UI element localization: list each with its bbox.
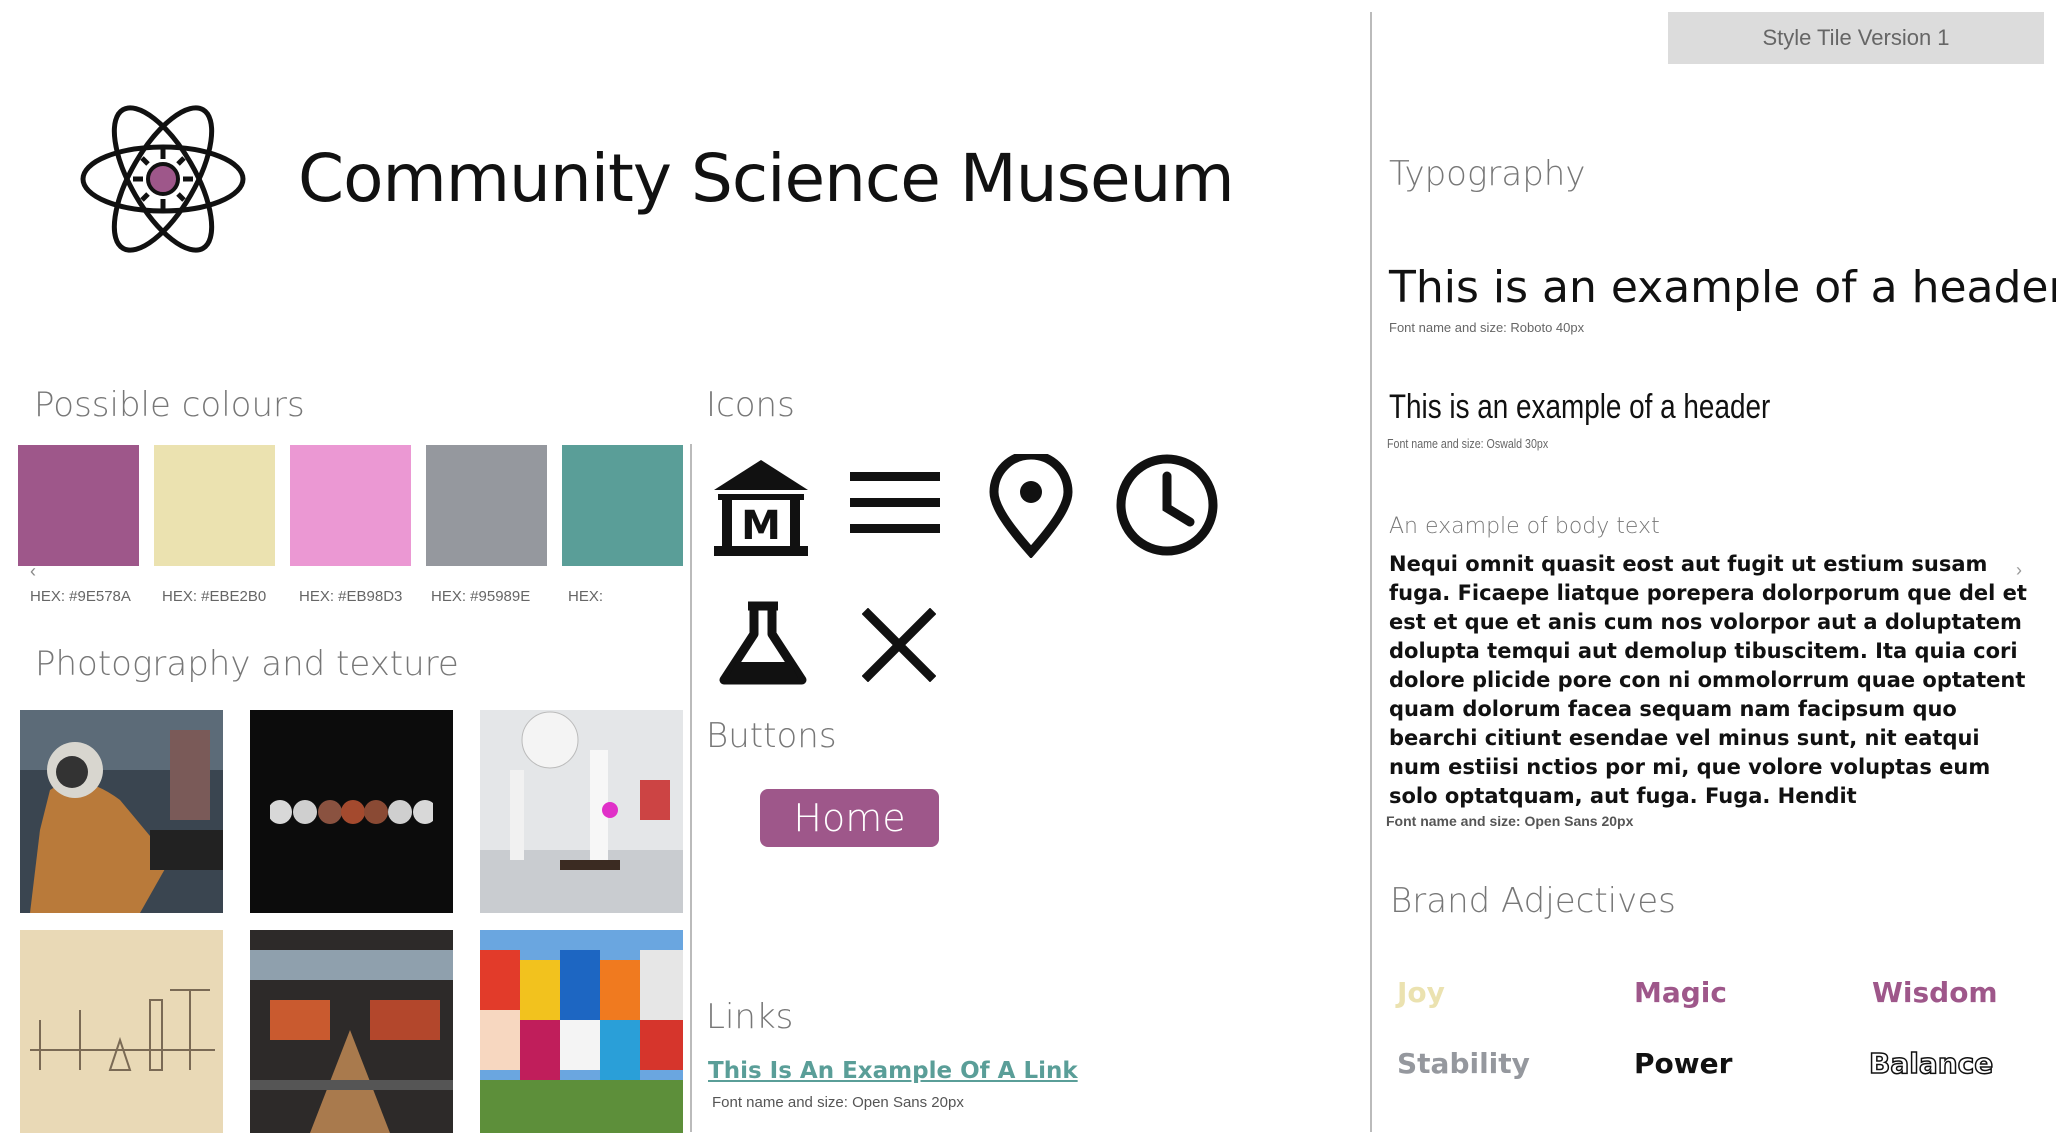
svg-text:M: M: [741, 503, 781, 549]
header-example-oswald: This is an example of a header: [1389, 388, 1771, 426]
flask-icon[interactable]: [716, 600, 810, 686]
swatch-grey: [426, 445, 547, 566]
museum-icon[interactable]: M: [708, 454, 814, 558]
typography-heading: Typography: [1389, 154, 1586, 194]
hex-label: HEX: #EB98D3: [299, 588, 403, 605]
atom-logo-icon: [78, 102, 248, 256]
version-badge: Style Tile Version 1: [1668, 12, 2044, 64]
colours-heading: Possible colours: [34, 385, 305, 425]
photo-museum-hall: [480, 710, 683, 913]
link-font-caption: Font name and size: Open Sans 20px: [712, 1094, 964, 1111]
page-title: Community Science Museum: [298, 140, 1235, 217]
photo-lunar-eclipse: [250, 710, 453, 913]
hex-label: HEX: #9E578A: [30, 588, 131, 605]
photo-astronaut: [20, 710, 223, 913]
photo-library-interior: [250, 930, 453, 1133]
body-font-caption: Font name and size: Open Sans 20px: [1386, 813, 1634, 829]
adjective-joy: Joy: [1397, 976, 1445, 1009]
swatch-purple: [18, 445, 139, 566]
column-divider: [690, 444, 692, 1132]
chevron-left-icon[interactable]: ‹: [30, 561, 36, 582]
header-font-caption: Font name and size: Oswald 30px: [1387, 436, 1549, 451]
hex-label: HEX: #EBE2B0: [162, 588, 267, 605]
example-link[interactable]: This Is An Example Of A Link: [708, 1058, 1078, 1084]
body-text-example: Nequi omnit quasit eost aut fugit ut est…: [1389, 552, 2027, 808]
swatch-cream: [154, 445, 275, 566]
clock-icon[interactable]: [1114, 452, 1220, 558]
photography-heading: Photography and texture: [35, 644, 459, 684]
icons-heading: Icons: [706, 385, 795, 425]
adjective-balance: Balance: [1868, 1046, 1994, 1081]
hex-label: HEX: #95989E: [431, 588, 531, 605]
brand-adjectives-heading: Brand Adjectives: [1390, 881, 1676, 921]
photo-museum-facade: [480, 930, 683, 1133]
adjective-magic: Magic: [1634, 976, 1727, 1009]
swatch-pink: [290, 445, 411, 566]
close-icon[interactable]: [862, 608, 936, 682]
photo-lab-sketch: [20, 930, 223, 1133]
adjective-stability: Stability: [1397, 1047, 1530, 1080]
hex-label: HEX:: [568, 588, 604, 605]
column-divider: [1370, 12, 1372, 1132]
chevron-right-icon[interactable]: ›: [2016, 560, 2022, 581]
adjective-wisdom: Wisdom: [1872, 976, 1998, 1009]
buttons-heading: Buttons: [706, 716, 837, 756]
header-example-roboto: This is an example of a header: [1389, 262, 2056, 313]
location-pin-icon[interactable]: [988, 454, 1074, 558]
links-heading: Links: [706, 997, 794, 1037]
header-font-caption: Font name and size: Roboto 40px: [1389, 320, 1585, 335]
body-text-heading: An example of body text: [1389, 514, 1660, 539]
swatch-teal: [562, 445, 683, 566]
adjective-power: Power: [1634, 1047, 1733, 1080]
home-button[interactable]: Home: [760, 789, 939, 847]
menu-icon[interactable]: [848, 470, 942, 536]
